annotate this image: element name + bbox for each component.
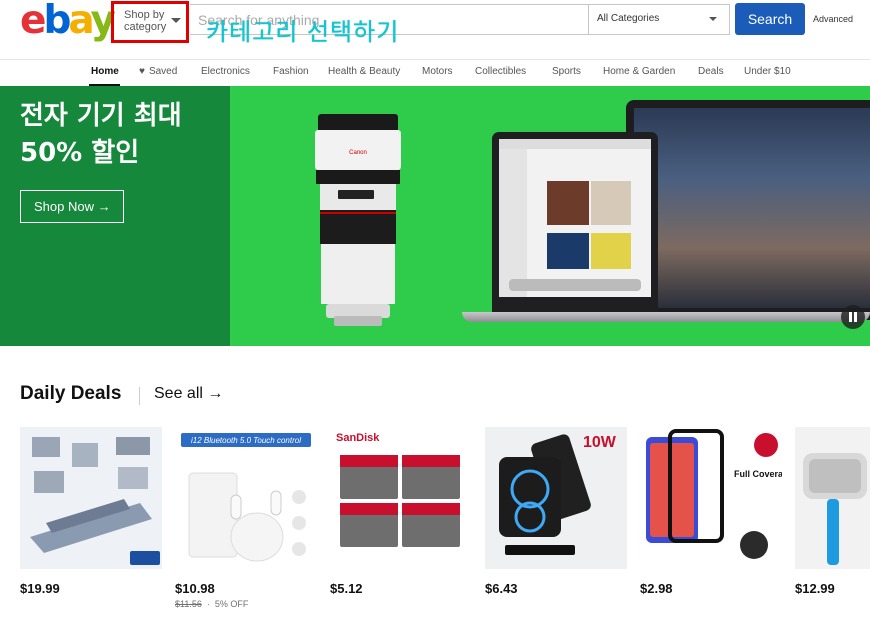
deal-item-image[interactable]: SanDisk [330,427,472,569]
laptop-image [626,100,870,320]
category-select[interactable]: All Categories [588,5,729,34]
deal-price: $10.98 [175,581,215,596]
deal-item-image[interactable] [20,427,162,569]
laptop-screen [499,139,651,297]
see-all-link[interactable]: See all → [154,385,223,403]
shop-by-category-label: Shop by category [124,9,167,33]
sandisk-memory-cards-image: SanDisk [330,427,472,569]
deal-price: $2.98 [640,581,673,596]
sandisk-logo-text: SanDisk [336,432,380,444]
laptop-screen [634,108,870,308]
deal-price: $12.99 [795,581,835,596]
pause-button[interactable] [841,305,865,329]
deal-item-image[interactable]: i12 Bluetooth 5.0 Touch control [175,427,317,569]
camera-lens-image: Canon [315,114,401,326]
wireless-charger-image: 10W [485,427,627,569]
nav-item-sports[interactable]: Sports [552,66,581,77]
shop-by-category-button[interactable]: Shop by category [111,1,189,43]
nav-item-deals[interactable]: Deals [698,66,724,77]
deal-price: $6.43 [485,581,518,596]
search-button[interactable]: Search [735,3,805,35]
discount-badge: 5% OFF [214,599,249,609]
chevron-down-icon [709,17,717,21]
ebay-logo[interactable]: ebay [20,1,116,41]
nav-item-motors[interactable]: Motors [422,66,453,77]
advanced-search-link[interactable]: Advanced [813,14,853,24]
nav-item-saved[interactable]: ♥ Saved [139,66,177,77]
charger-wattage-text: 10W [583,434,617,451]
nav-item-home[interactable]: Home [91,66,119,77]
deal-item-image[interactable]: Full Coverage 9H [640,427,782,569]
screen-protector-image: Full Coverage 9H [640,427,782,569]
shop-now-button[interactable]: Shop Now → [20,190,124,223]
category-nav: Home ♥ Saved Electronics Fashion Health &… [0,59,870,86]
promo-banner[interactable]: 전자 기기 최대 50% 할인 Shop Now → Canon [0,86,870,346]
header: ebay All Categories Shop by category 카테고… [0,0,870,60]
category-select-value: All Categories [597,13,660,24]
deal-price: $5.12 [330,581,363,596]
banner-title: 전자 기기 최대 50% 할인 [20,101,182,168]
deal-price: $19.99 [20,581,60,596]
pet-brush-image [795,427,870,569]
bluetooth-earbuds-image: i12 Bluetooth 5.0 Touch control [175,427,317,569]
laptop-image [492,132,658,314]
nav-item-collectibles[interactable]: Collectibles [475,66,526,77]
nav-item-under-10[interactable]: Under $10 [744,66,791,77]
nav-item-saved-label: Saved [148,66,178,77]
deal-item-image[interactable] [795,427,870,569]
earbuds-box-text: i12 Bluetooth 5.0 Touch control [191,436,301,445]
banner-text-panel: 전자 기기 최대 50% 할인 Shop Now → [0,86,230,346]
original-price: $11.56 · 5% OFF [175,599,249,609]
annotation-text: 카테고리 선택하기 [206,18,400,46]
lens-brand-text: Canon [349,150,367,156]
laptop-base [462,312,870,322]
nav-item-home-garden[interactable]: Home & Garden [603,66,675,77]
nav-item-electronics[interactable]: Electronics [201,66,250,77]
toy-ship-building-set-image [20,427,162,569]
divider [139,387,140,405]
screen-protector-text: Full Coverage 9H [734,469,782,479]
strikethrough-price: $11.56 [175,599,202,609]
caret-down-icon [171,18,181,23]
heart-icon: ♥ [139,66,145,77]
deal-item-image[interactable]: 10W [485,427,627,569]
nav-item-fashion[interactable]: Fashion [273,66,309,77]
music-app-screenshot [499,139,651,297]
nav-item-health-beauty[interactable]: Health & Beauty [328,66,400,77]
section-title: Daily Deals [20,383,122,404]
